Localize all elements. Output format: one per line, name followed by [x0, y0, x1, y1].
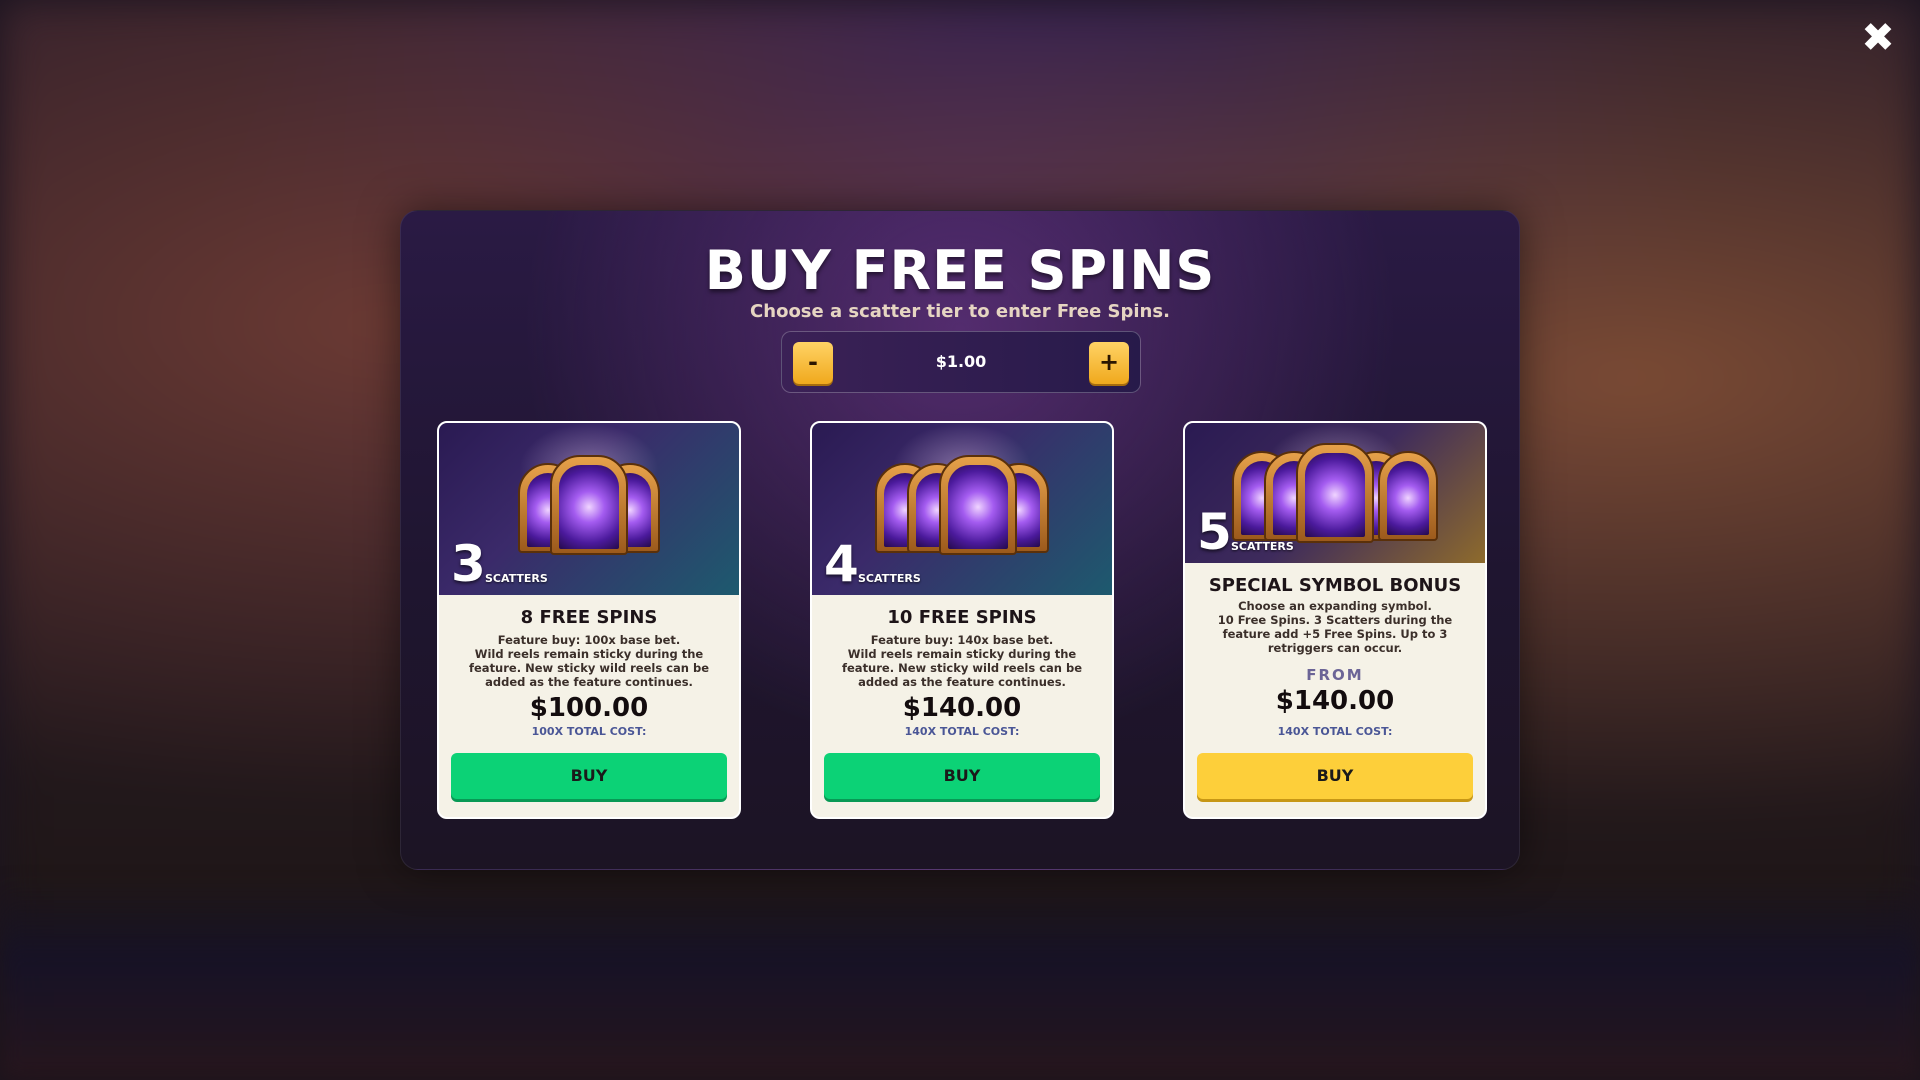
buy-button[interactable]: BUY [1197, 753, 1473, 799]
buy-button[interactable]: BUY [824, 753, 1100, 799]
tier-card-5-scatters: 5 SCATTERS SPECIAL SYMBOL BONUS Choose a… [1183, 421, 1487, 819]
bet-increase-button[interactable]: + [1089, 342, 1129, 384]
scatter-count: 5 [1197, 503, 1232, 561]
card-title: 8 FREE SPINS [520, 607, 658, 628]
card-price: $100.00 [529, 693, 649, 723]
description-line: Wild reels remain sticky during the feat… [469, 647, 709, 689]
description-line: Wild reels remain sticky during the feat… [842, 647, 1082, 689]
scatter-label: SCATTERS [485, 572, 548, 585]
buy-free-spins-modal: BUY FREE SPINS Choose a scatter tier to … [400, 210, 1520, 870]
tier-card-4-scatters: 4 SCATTERS 10 FREE SPINS Feature buy: 14… [810, 421, 1114, 819]
portal-icon [1296, 443, 1374, 543]
description-line: Feature buy: 100x base bet. [497, 633, 681, 647]
scatter-count: 3 [451, 535, 486, 593]
card-artwork: 3 SCATTERS [439, 423, 739, 595]
total-cost-label: 140X TOTAL COST: [904, 725, 1020, 738]
description-line: 10 Free Spins. 3 Scatters during the fea… [1217, 613, 1453, 655]
card-price: $140.00 [1275, 686, 1395, 716]
from-label: FROM [1306, 666, 1364, 684]
card-artwork: 5 SCATTERS [1185, 423, 1485, 563]
close-icon[interactable]: ✖ [1858, 18, 1898, 58]
scatter-count: 4 [824, 535, 859, 593]
card-title: 10 FREE SPINS [887, 607, 1037, 628]
buy-button[interactable]: BUY [451, 753, 727, 799]
total-cost-label: 140X TOTAL COST: [1277, 725, 1393, 738]
scatter-label: SCATTERS [1231, 540, 1294, 553]
scatter-label: SCATTERS [858, 572, 921, 585]
card-description: Feature buy: 100x base bet. Wild reels r… [451, 633, 727, 689]
total-cost-label: 100X TOTAL COST: [531, 725, 647, 738]
card-price: $140.00 [902, 693, 1022, 723]
card-description: Choose an expanding symbol. 10 Free Spin… [1197, 599, 1473, 655]
card-title: SPECIAL SYMBOL BONUS [1208, 575, 1462, 596]
portal-icon [1378, 451, 1438, 541]
tier-card-3-scatters: 3 SCATTERS 8 FREE SPINS Feature buy: 100… [437, 421, 741, 819]
bet-value: $1.00 [935, 352, 987, 371]
portal-icon [939, 455, 1017, 555]
modal-title: BUY FREE SPINS [704, 239, 1216, 302]
bet-selector: - $1.00 + [781, 331, 1141, 393]
description-line: Feature buy: 140x base bet. [870, 633, 1054, 647]
card-artwork: 4 SCATTERS [812, 423, 1112, 595]
description-line: Choose an expanding symbol. [1238, 599, 1432, 613]
modal-subtitle: Choose a scatter tier to enter Free Spin… [750, 301, 1170, 322]
portal-icon [550, 455, 628, 555]
card-description: Feature buy: 140x base bet. Wild reels r… [824, 633, 1100, 689]
